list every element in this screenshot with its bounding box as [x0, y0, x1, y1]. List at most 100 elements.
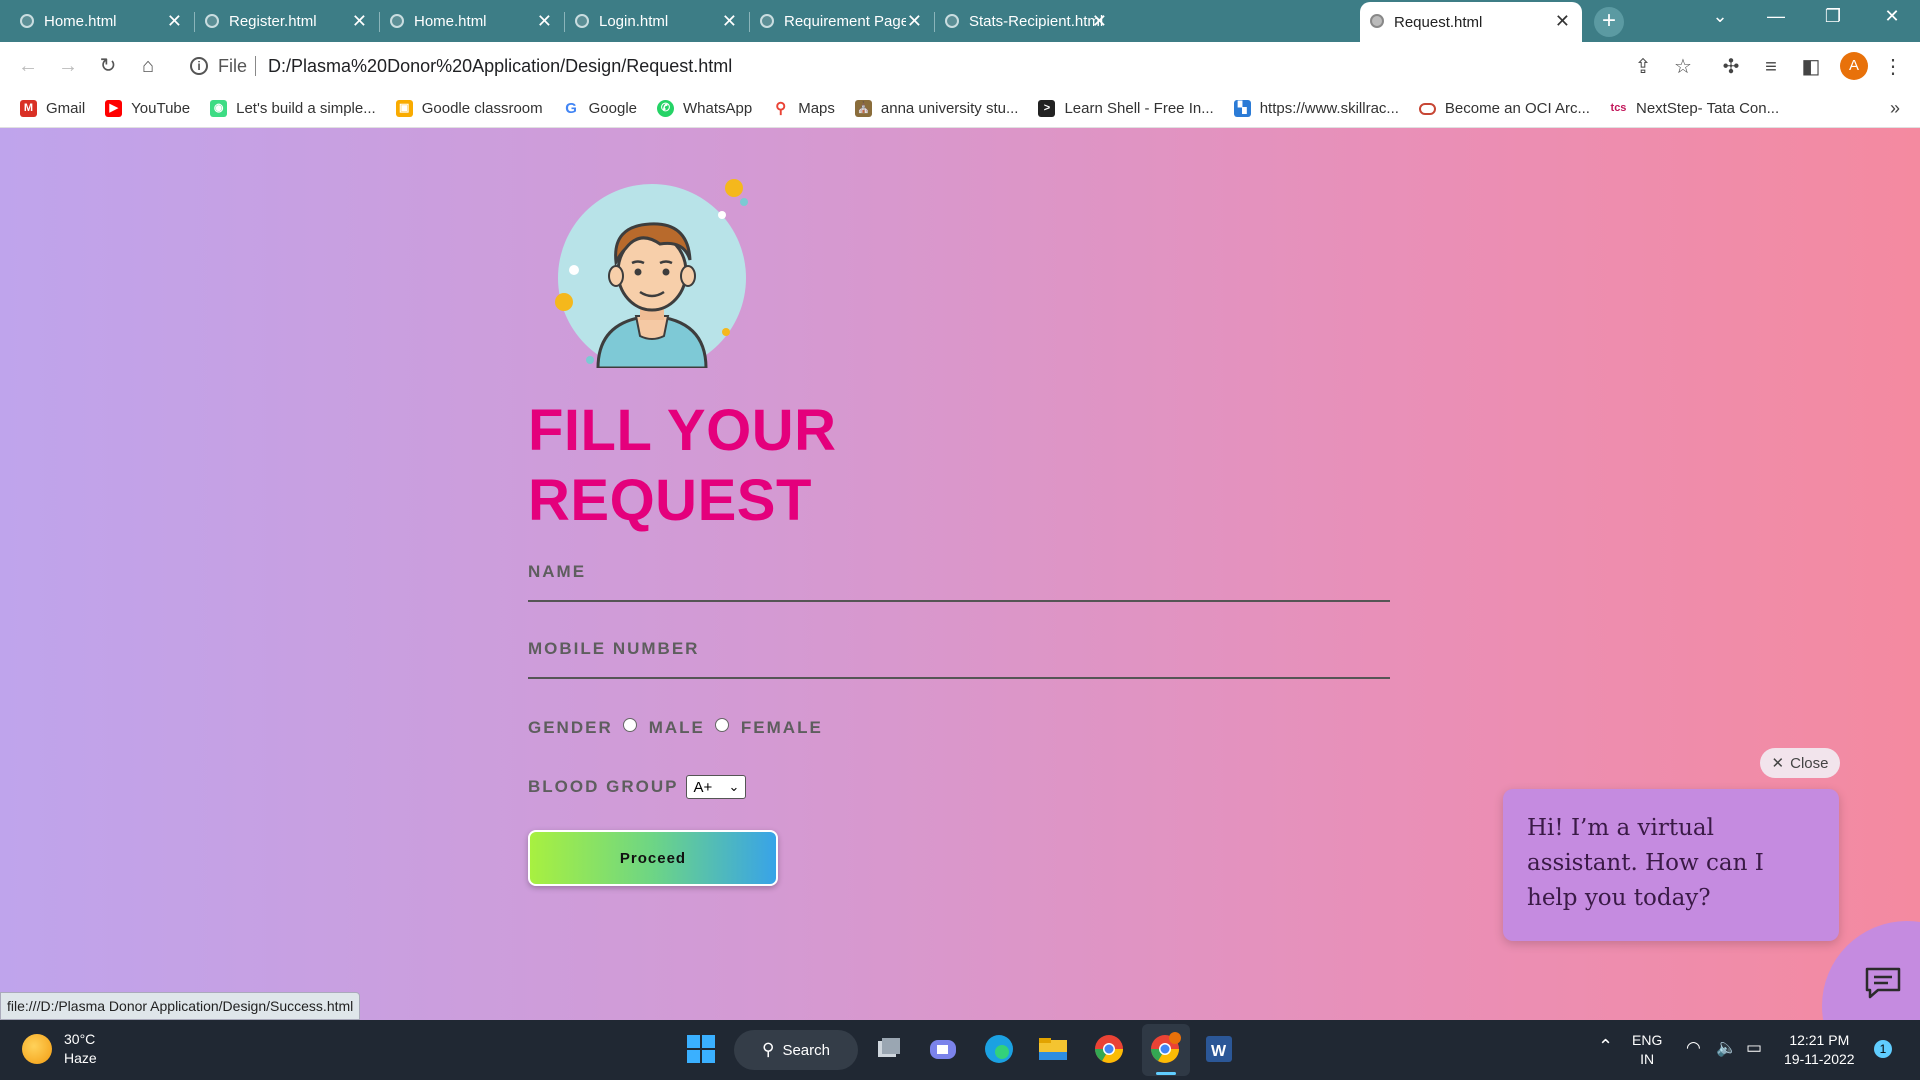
bookmark-gmail[interactable]: M Gmail — [20, 100, 85, 117]
assistant-message-bubble: Hi! I’m a virtual assistant. How can I h… — [1503, 789, 1839, 941]
terminal-icon: > — [1038, 100, 1056, 117]
taskbar-search[interactable]: ⚲ Search — [734, 1030, 858, 1070]
bookmark-label: YouTube — [131, 100, 191, 117]
name-input[interactable]: NAME — [528, 562, 1390, 602]
blood-group-row: BLOOD GROUP A+ ⌄ — [528, 775, 747, 799]
tab-register[interactable]: Register.html ✕ — [195, 2, 380, 40]
language-indicator[interactable]: ENG IN — [1632, 1031, 1662, 1069]
close-window-button[interactable]: ✕ — [1872, 6, 1912, 27]
tab-label: Requirement Page.htm — [784, 12, 906, 30]
show-hidden-icons-chevron-icon[interactable]: ⌃ — [1598, 1036, 1613, 1057]
reading-list-icon[interactable]: ≡ — [1758, 54, 1784, 80]
weather-widget[interactable]: 30°C Haze — [22, 1030, 97, 1068]
windows-start-icon[interactable] — [684, 1032, 718, 1066]
person-avatar-illustration — [555, 179, 748, 368]
active-app-indicator — [1156, 1072, 1176, 1075]
globe-icon — [760, 14, 774, 28]
assistant-close-button[interactable]: ✕ Close — [1760, 748, 1840, 778]
tab-login[interactable]: Login.html ✕ — [565, 2, 750, 40]
close-tab-icon[interactable]: ✕ — [1092, 11, 1107, 32]
close-tab-icon[interactable]: ✕ — [722, 11, 737, 32]
taskbar-search-label: Search — [782, 1041, 830, 1059]
home-icon[interactable]: ⌂ — [134, 52, 162, 80]
address-bar[interactable]: i File D:/Plasma%20Donor%20Application/D… — [176, 48, 1656, 84]
forward-arrow-icon[interactable]: → — [54, 52, 82, 80]
globe-icon — [575, 14, 589, 28]
globe-icon — [390, 14, 404, 28]
share-icon[interactable]: ⇪ — [1630, 54, 1656, 80]
clock[interactable]: 12:21 PM 19-11-2022 — [1784, 1031, 1855, 1069]
tab-label: Stats-Recipient.html — [969, 12, 1104, 30]
bookmark-android[interactable]: ◉ Let's build a simple... — [210, 100, 376, 117]
bookmark-classroom[interactable]: ▣ Goodle classroom — [395, 100, 543, 117]
gender-female-radio[interactable] — [714, 718, 729, 732]
close-tab-icon[interactable]: ✕ — [907, 11, 922, 32]
edge-browser-icon[interactable] — [982, 1032, 1016, 1066]
maps-icon: ⚲ — [772, 100, 790, 117]
blood-group-select[interactable]: A+ ⌄ — [686, 775, 747, 799]
bookmark-learn-shell[interactable]: > Learn Shell - Free In... — [1038, 100, 1214, 117]
reload-icon[interactable]: ↻ — [94, 52, 122, 80]
tab-home-1[interactable]: Home.html ✕ — [10, 2, 195, 40]
bookmark-oci[interactable]: Become an OCI Arc... — [1418, 100, 1590, 117]
bookmark-nextstep[interactable]: tcs NextStep- Tata Con... — [1609, 100, 1779, 117]
gender-male-radio[interactable] — [622, 718, 637, 732]
oracle-icon — [1418, 102, 1436, 115]
tcs-icon: tcs — [1609, 100, 1627, 117]
notification-badge[interactable]: 1 — [1874, 1040, 1892, 1058]
chevron-down-icon: ⌄ — [728, 779, 740, 794]
word-icon[interactable]: W — [1202, 1032, 1236, 1066]
back-arrow-icon[interactable]: ← — [14, 52, 42, 80]
url-text[interactable]: D:/Plasma%20Donor%20Application/Design/R… — [268, 56, 732, 77]
battery-icon[interactable]: ▭ — [1746, 1038, 1762, 1058]
weather-condition: Haze — [64, 1050, 97, 1066]
profile-avatar[interactable]: A — [1840, 52, 1868, 80]
skillrack-icon: ▚ — [1233, 100, 1251, 117]
menu-kebab-icon[interactable]: ⋮ — [1880, 54, 1906, 80]
windows-taskbar: 30°C Haze ⚲ Search W ⌃ ENG IN ◠ 🔈 ▭ 12:2… — [0, 1020, 1920, 1080]
tab-request[interactable]: Request.html ✕ — [1360, 2, 1582, 42]
url-scheme: File — [218, 55, 248, 76]
tab-home-2[interactable]: Home.html ✕ — [380, 2, 565, 40]
bookmark-star-icon[interactable]: ☆ — [1670, 54, 1696, 80]
weather-sun-icon — [22, 1034, 52, 1064]
bookmark-youtube[interactable]: ▶ YouTube — [105, 100, 190, 117]
close-tab-icon[interactable]: ✕ — [537, 11, 552, 32]
bookmark-anna-university[interactable]: ⛪ anna university stu... — [854, 100, 1019, 117]
bookmark-whatsapp[interactable]: ✆ WhatsApp — [657, 100, 752, 117]
gender-male-label[interactable]: MALE — [649, 718, 705, 738]
file-explorer-icon[interactable] — [1036, 1032, 1070, 1066]
side-panel-icon[interactable]: ◧ — [1798, 54, 1824, 80]
tab-label: Login.html — [599, 12, 669, 30]
info-icon[interactable]: i — [190, 57, 208, 75]
tab-stats-recipient[interactable]: Stats-Recipient.html ✕ — [935, 2, 1119, 40]
gender-female-label[interactable]: FEMALE — [741, 718, 823, 738]
bookmark-skillrack[interactable]: ▚ https://www.skillrac... — [1233, 100, 1399, 117]
volume-icon[interactable]: 🔈 — [1716, 1038, 1737, 1058]
task-view-icon[interactable] — [872, 1032, 906, 1066]
close-tab-icon[interactable]: ✕ — [167, 11, 182, 32]
close-tab-icon[interactable]: ✕ — [1555, 11, 1570, 32]
more-bookmarks-chevron-icon[interactable]: » — [1890, 98, 1900, 119]
bookmark-google[interactable]: G Google — [562, 100, 637, 117]
wifi-icon[interactable]: ◠ — [1686, 1038, 1701, 1058]
close-tab-icon[interactable]: ✕ — [352, 11, 367, 32]
proceed-button[interactable]: Proceed — [528, 830, 778, 886]
mobile-number-input[interactable]: MOBILE NUMBER — [528, 639, 1390, 679]
tab-requirement-page[interactable]: Requirement Page.htm ✕ — [750, 2, 935, 40]
bookmark-maps[interactable]: ⚲ Maps — [772, 100, 835, 117]
chat-icon[interactable] — [1864, 966, 1902, 1000]
bookmark-label: WhatsApp — [683, 100, 753, 117]
new-tab-button[interactable]: + — [1594, 7, 1624, 37]
bookmark-label: anna university stu... — [880, 100, 1019, 117]
teams-chat-icon[interactable] — [926, 1032, 960, 1066]
chrome-profile-icon[interactable] — [1148, 1032, 1182, 1066]
restore-button[interactable]: ❐ — [1813, 6, 1853, 27]
bookmark-label: Goodle classroom — [421, 100, 543, 117]
chrome-icon[interactable] — [1092, 1032, 1126, 1066]
status-bar-url: file:///D:/Plasma Donor Application/Desi… — [0, 992, 361, 1020]
whatsapp-icon: ✆ — [657, 100, 674, 117]
tab-search-chevron-icon[interactable]: ⌄ — [1700, 6, 1740, 27]
minimize-button[interactable]: — — [1756, 6, 1796, 27]
extensions-icon[interactable]: ✣ — [1718, 54, 1744, 80]
